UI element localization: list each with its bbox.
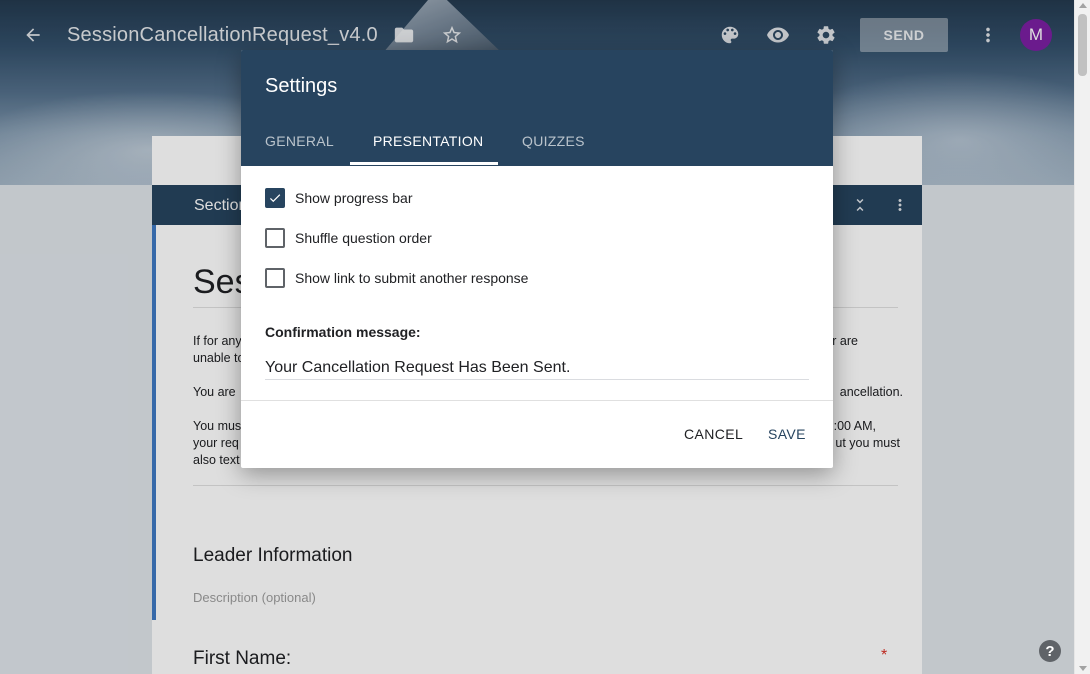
option-label: Shuffle question order [295, 230, 432, 246]
save-button[interactable]: SAVE [768, 426, 806, 442]
option-shuffle-question-order[interactable]: Shuffle question order [265, 228, 432, 248]
help-icon[interactable]: ? [1039, 640, 1061, 662]
dialog-divider [241, 400, 833, 401]
active-tab-indicator [350, 162, 498, 165]
tab-quizzes[interactable]: QUIZZES [522, 133, 585, 149]
cancel-button[interactable]: CANCEL [684, 426, 743, 442]
scroll-up-arrow-icon[interactable] [1079, 3, 1087, 8]
option-label: Show progress bar [295, 190, 413, 206]
scroll-thumb[interactable] [1078, 14, 1087, 76]
confirmation-message-input[interactable] [265, 356, 809, 380]
page-scrollbar[interactable] [1074, 0, 1090, 674]
option-show-submit-another-link[interactable]: Show link to submit another response [265, 268, 528, 288]
checkbox-unchecked-icon[interactable] [265, 268, 285, 288]
checkbox-checked-icon[interactable] [265, 188, 285, 208]
tab-presentation[interactable]: PRESENTATION [373, 133, 483, 149]
option-show-progress-bar[interactable]: Show progress bar [265, 188, 413, 208]
checkbox-unchecked-icon[interactable] [265, 228, 285, 248]
scroll-down-arrow-icon[interactable] [1079, 666, 1087, 671]
option-label: Show link to submit another response [295, 270, 529, 286]
settings-dialog: Settings GENERAL PRESENTATION QUIZZES Sh… [241, 50, 833, 468]
dialog-title: Settings [265, 75, 338, 97]
tab-general[interactable]: GENERAL [265, 133, 334, 149]
dialog-header: Settings GENERAL PRESENTATION QUIZZES [241, 50, 833, 166]
confirmation-message-label: Confirmation message: [265, 324, 421, 340]
